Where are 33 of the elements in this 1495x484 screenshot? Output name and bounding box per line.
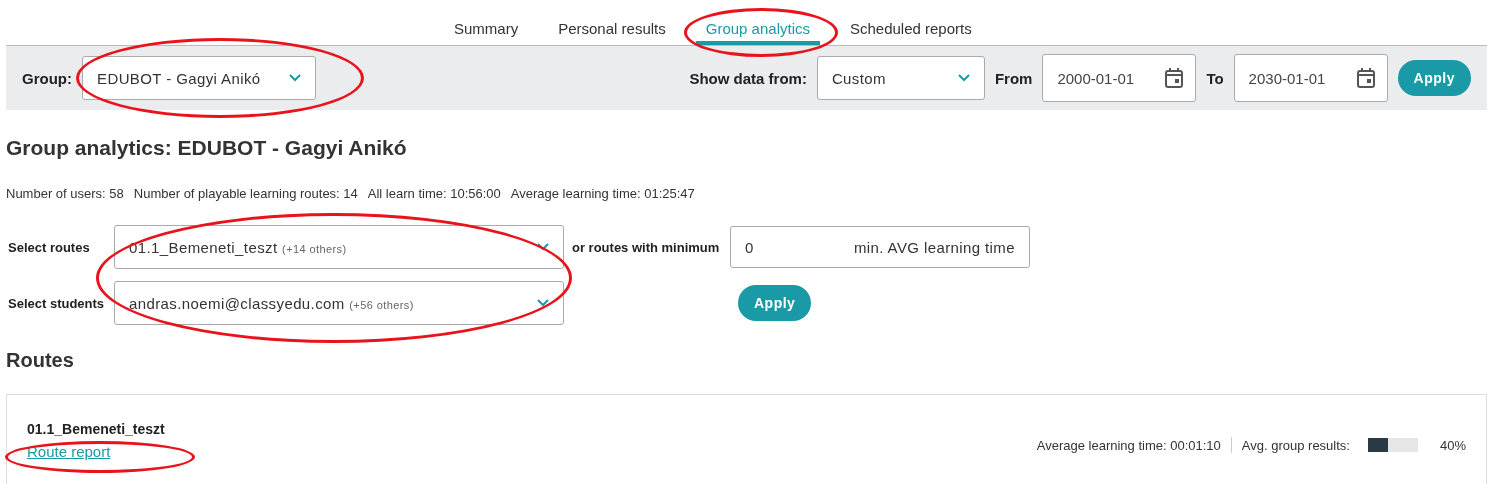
stat-text: Number of users: 58 bbox=[6, 186, 124, 201]
group-label: Group: bbox=[22, 69, 72, 87]
routes-label: Select routes bbox=[7, 239, 91, 255]
page-title: Group analytics: EDUBOT - Gagyi Anikó bbox=[6, 136, 408, 160]
chevron-icon bbox=[957, 74, 970, 82]
stat-text: Average learning time: 01:25:47 bbox=[510, 186, 695, 201]
calendar-icon bbox=[1356, 68, 1375, 88]
route-name: 01.1_Bemeneti_teszt bbox=[27, 421, 165, 437]
minimum-label: or routes with minimum bbox=[571, 239, 721, 255]
stat-text: All learn time: 10:56:00 bbox=[367, 186, 501, 201]
stat-text: Number of playable learning routes: 14 bbox=[133, 186, 358, 201]
results-label: Avg. group results: bbox=[1241, 437, 1350, 453]
to-date-field[interactable]: 2030-01-01 bbox=[1233, 54, 1388, 102]
chevron-icon bbox=[537, 243, 549, 251]
routes-select[interactable]: 01.1_Bemeneti_teszt (+14 others) bbox=[114, 225, 564, 269]
section-heading: Routes bbox=[6, 349, 75, 372]
minimum-time-field[interactable]: 0 min. AVG learning time bbox=[730, 226, 1030, 268]
calendar-icon bbox=[1165, 68, 1184, 88]
chevron-icon bbox=[289, 74, 301, 82]
from-label: From bbox=[994, 69, 1033, 87]
percent-text: 40% bbox=[1439, 437, 1466, 453]
from-date-field[interactable]: 2000-01-01 bbox=[1042, 54, 1197, 102]
tab[interactable]: Summary bbox=[444, 20, 529, 45]
average-time-text: Average learning time: 00:01:10 bbox=[1036, 437, 1221, 453]
period-select[interactable]: Custom bbox=[816, 56, 985, 100]
chevron-icon bbox=[537, 299, 549, 307]
group-select[interactable]: EDUBOT - Gagyi Anikó bbox=[82, 56, 316, 100]
students-select[interactable]: andras.noemi@classyedu.com (+56 others) bbox=[114, 281, 564, 325]
students-label: Select students bbox=[7, 295, 106, 311]
tab[interactable]: Scheduled reports bbox=[839, 20, 982, 45]
show-data-label: Show data from: bbox=[689, 69, 807, 87]
to-label: To bbox=[1206, 69, 1224, 87]
tab[interactable]: Personal results bbox=[548, 20, 676, 45]
